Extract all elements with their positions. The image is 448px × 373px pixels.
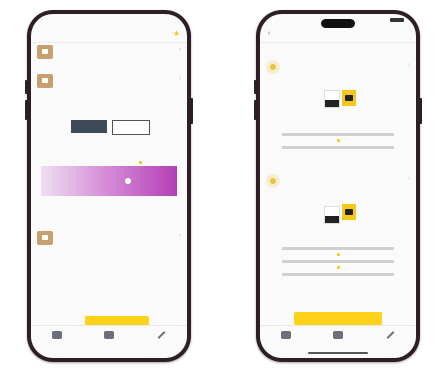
chevron-right-icon: › xyxy=(179,233,181,239)
nav-bar: ★ xyxy=(31,28,187,43)
bulb-icon xyxy=(266,60,280,74)
screen: ★ › › › xyxy=(31,14,187,358)
slider-handle[interactable] xyxy=(125,178,131,184)
list-item[interactable]: › xyxy=(37,44,181,60)
chevron-right-icon: › xyxy=(179,47,181,53)
power-button xyxy=(419,98,422,124)
list-line xyxy=(282,273,394,276)
tab-edit[interactable] xyxy=(151,331,171,339)
recommendation-list xyxy=(272,126,404,149)
tab-bar xyxy=(31,325,187,358)
volume-button xyxy=(254,80,257,94)
home-icon xyxy=(52,331,62,339)
chevron-right-icon: › xyxy=(179,76,181,82)
recommendation-card[interactable]: › xyxy=(266,60,410,116)
bulb-icon xyxy=(266,174,280,188)
segment-option[interactable] xyxy=(112,120,150,135)
box-icon xyxy=(104,331,114,339)
volume-button xyxy=(25,100,28,120)
category-icon xyxy=(37,45,53,59)
recommendation-card[interactable]: › xyxy=(266,174,410,230)
tab-products[interactable] xyxy=(328,331,348,341)
list-item[interactable]: › xyxy=(37,230,181,246)
list-line xyxy=(282,133,394,136)
power-button xyxy=(190,98,193,124)
bullet-icon xyxy=(336,266,340,269)
phone-left: ★ › › › xyxy=(25,10,193,362)
list-line xyxy=(282,146,394,149)
box-icon xyxy=(333,331,343,339)
category-icon xyxy=(37,74,53,88)
product-image xyxy=(324,90,340,108)
volume-button xyxy=(25,80,28,94)
tab-home[interactable] xyxy=(47,331,67,341)
status-bar xyxy=(260,14,416,28)
chevron-right-icon: › xyxy=(408,62,410,68)
pen-icon xyxy=(157,331,165,339)
tab-edit[interactable] xyxy=(380,331,400,339)
volume-button xyxy=(254,100,257,120)
list-item[interactable]: › xyxy=(37,73,181,89)
tab-home[interactable] xyxy=(276,331,296,341)
recommendation-list xyxy=(272,240,404,276)
battery-icon xyxy=(390,18,404,22)
list-line xyxy=(282,260,394,263)
dynamic-island xyxy=(321,19,355,28)
home-icon xyxy=(281,331,291,339)
segment-option[interactable] xyxy=(71,120,107,133)
value-marker xyxy=(139,161,142,164)
phone-right: ‹ › › xyxy=(254,10,422,362)
product-image xyxy=(342,90,356,106)
bullet-icon xyxy=(336,253,340,256)
back-chevron-icon[interactable]: ‹ xyxy=(268,30,270,37)
chevron-right-icon: › xyxy=(408,176,410,182)
intensity-gradient[interactable] xyxy=(41,166,177,196)
product-image xyxy=(324,206,340,224)
star-icon[interactable]: ★ xyxy=(173,29,180,38)
nav-bar: ‹ xyxy=(260,28,416,43)
primary-action-button[interactable] xyxy=(294,312,382,325)
product-image xyxy=(342,204,356,220)
bullet-icon xyxy=(336,139,340,142)
screen: ‹ › › xyxy=(260,14,416,358)
list-line xyxy=(282,247,394,250)
pen-icon xyxy=(386,331,394,339)
home-indicator xyxy=(308,352,368,354)
tab-products[interactable] xyxy=(99,331,119,341)
category-icon xyxy=(37,231,53,245)
